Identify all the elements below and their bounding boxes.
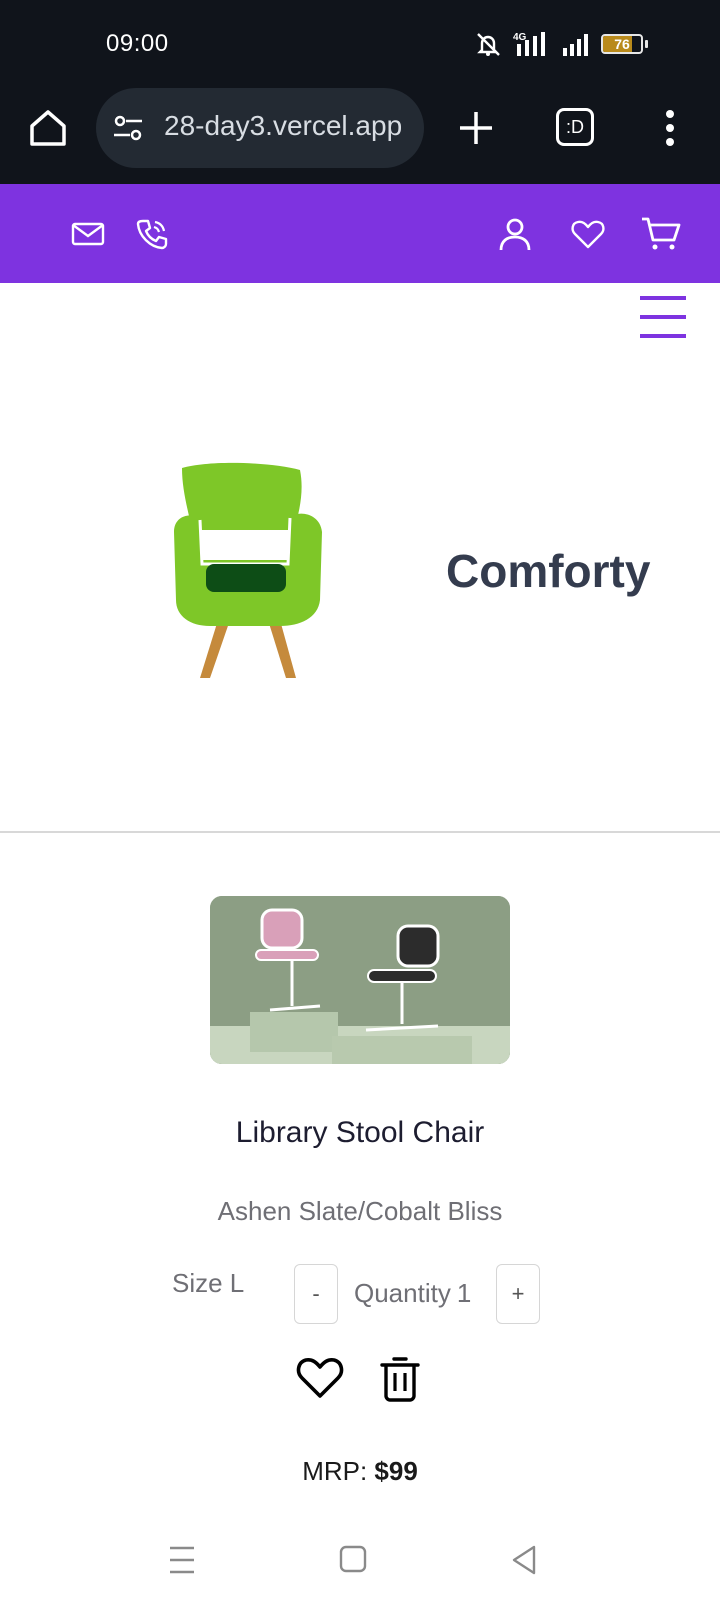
product-color: Ashen Slate/Cobalt Bliss bbox=[217, 1196, 503, 1226]
more-vert-icon[interactable] bbox=[664, 106, 676, 150]
system-nav-bar bbox=[0, 1520, 720, 1600]
top-header bbox=[0, 184, 720, 283]
cart-icon[interactable] bbox=[640, 216, 682, 252]
user-icon[interactable] bbox=[497, 216, 533, 252]
address-bar[interactable]: 28-day3.vercel.app bbox=[96, 88, 424, 168]
price-label: MRP: bbox=[302, 1456, 368, 1486]
signal-icon: 4G bbox=[513, 32, 545, 56]
status-bar: 09:00 4G 76 bbox=[0, 0, 720, 88]
browser-toolbar: 28-day3.vercel.app :D bbox=[0, 88, 720, 184]
status-time: 09:00 bbox=[106, 30, 169, 57]
menu-icon[interactable] bbox=[640, 296, 686, 340]
quantity-display: Quantity 1 bbox=[354, 1278, 471, 1309]
tabs-button[interactable]: :D bbox=[556, 108, 594, 146]
home-icon[interactable] bbox=[26, 106, 70, 150]
status-icons: 4G 76 bbox=[473, 30, 648, 58]
url-text[interactable]: 28-day3.vercel.app bbox=[164, 110, 402, 142]
battery-icon: 76 bbox=[601, 34, 648, 54]
battery-level: 76 bbox=[614, 36, 630, 52]
green-armchair-logo bbox=[174, 462, 322, 678]
mail-icon[interactable] bbox=[70, 216, 106, 252]
decrement-button[interactable]: - bbox=[294, 1264, 338, 1324]
price: MRP: $99 bbox=[0, 1456, 720, 1487]
back-icon[interactable] bbox=[504, 1542, 544, 1578]
home-square-icon[interactable] bbox=[333, 1542, 373, 1578]
increment-button[interactable]: + bbox=[496, 1264, 540, 1324]
mute-icon bbox=[477, 33, 500, 56]
plus-icon[interactable] bbox=[456, 106, 496, 150]
network-label: 4G bbox=[513, 32, 527, 43]
quantity-value: 1 bbox=[456, 1278, 472, 1308]
wishlist-heart-icon[interactable] bbox=[296, 1356, 344, 1400]
trash-icon[interactable] bbox=[380, 1356, 420, 1402]
recents-icon[interactable] bbox=[162, 1542, 202, 1578]
product-name[interactable]: Library Stool Chair bbox=[0, 1116, 720, 1150]
tune-icon[interactable] bbox=[112, 112, 144, 144]
price-value: $99 bbox=[374, 1456, 418, 1486]
divider bbox=[0, 831, 720, 833]
heart-icon[interactable] bbox=[570, 216, 606, 252]
brand-name[interactable]: Comforty bbox=[446, 544, 650, 598]
phone-icon[interactable] bbox=[134, 216, 170, 252]
product-image[interactable] bbox=[210, 896, 510, 1064]
signal-icon bbox=[563, 34, 588, 56]
quantity-label: Quantity bbox=[354, 1278, 451, 1308]
size-label: Size L bbox=[172, 1268, 245, 1298]
